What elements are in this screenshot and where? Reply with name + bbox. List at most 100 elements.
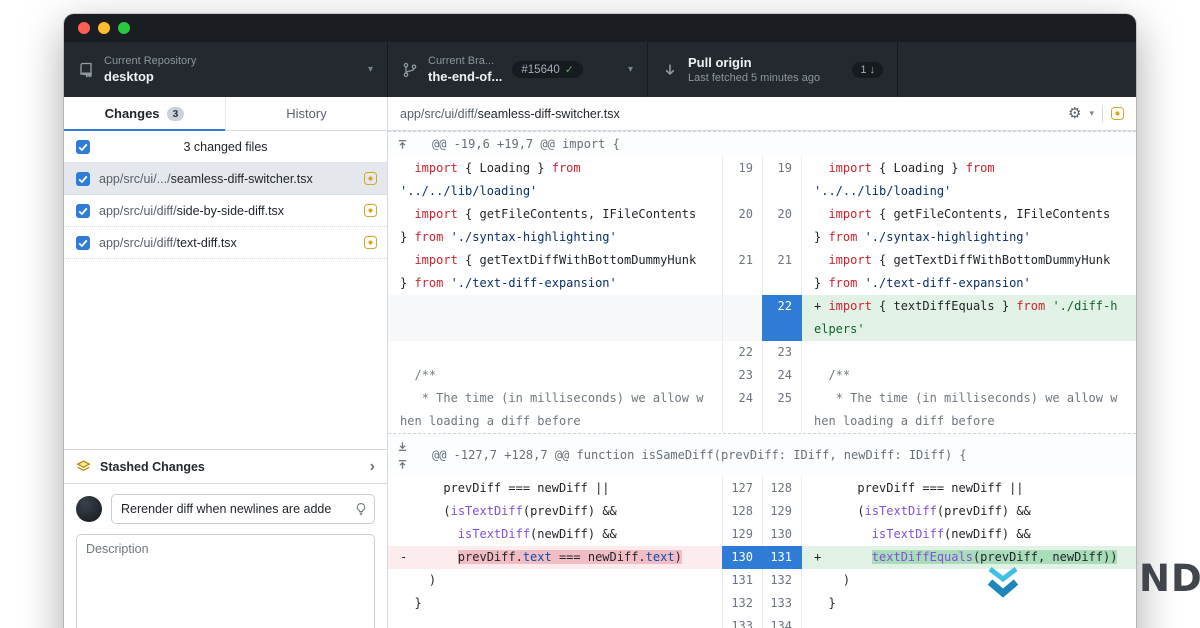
- line-number: 20: [762, 203, 802, 249]
- commit-summary-input[interactable]: [111, 494, 375, 524]
- code-line: import { getFileContents, IFileContents …: [802, 203, 1136, 249]
- repository-switcher-button[interactable]: Current Repository desktop ▾: [64, 42, 388, 97]
- line-number[interactable]: 22: [762, 295, 802, 341]
- pull-origin-button[interactable]: Pull origin Last fetched 5 minutes ago 1…: [648, 42, 898, 97]
- avatar: [76, 496, 102, 522]
- pull-count-badge: 1 ↓: [852, 62, 883, 78]
- tab-changes-label: Changes: [105, 106, 160, 121]
- line-number: 24: [762, 364, 802, 387]
- diff-view: app/src/ui/diff/ seamless-diff-switcher.…: [388, 97, 1136, 628]
- code-line: [802, 615, 1136, 628]
- tab-changes[interactable]: Changes 3: [64, 97, 225, 130]
- code-line: * The time (in milliseconds) we allow w …: [388, 387, 722, 433]
- file-path-name: seamless-diff-switcher.tsx: [478, 107, 620, 121]
- code-line: import { Loading } from '../../lib/loadi…: [802, 157, 1136, 203]
- changes-sidebar: Changes 3 History 3 changed files app/sr…: [64, 97, 388, 628]
- hunk-header-text: @@ -19,6 +19,7 @@ import {: [388, 133, 620, 156]
- line-number: 23: [762, 341, 802, 364]
- expand-up-icon[interactable]: [397, 139, 408, 150]
- code-line: prevDiff === newDiff ||: [802, 477, 1136, 500]
- watermark-chevrons-icon: [983, 562, 1023, 604]
- hunk-header: @@ -127,7 +128,7 @@ function isSameDiff(…: [388, 433, 1136, 477]
- gear-icon[interactable]: ⚙: [1068, 106, 1081, 121]
- expand-up-icon[interactable]: [397, 459, 408, 470]
- code-line: import { Loading } from '../../lib/loadi…: [388, 157, 722, 203]
- file-row[interactable]: app/src/ui/diff/side-by-side-diff.tsx: [64, 195, 387, 227]
- code-line: isTextDiff(newDiff) &&: [802, 523, 1136, 546]
- modified-status-icon: [364, 236, 377, 249]
- line-number: 128: [762, 477, 802, 500]
- line-number[interactable]: 131: [762, 546, 802, 569]
- screenshot-canvas: Current Repository desktop ▾ Current Bra…: [0, 0, 1200, 628]
- expand-down-icon[interactable]: [397, 441, 408, 452]
- lightbulb-icon: [354, 502, 368, 516]
- file-path: app/src/ui/diff/text-diff.tsx: [99, 236, 355, 250]
- commit-description-input[interactable]: [76, 534, 375, 628]
- git-branch-icon: [402, 62, 418, 78]
- line-number: 133: [722, 615, 762, 628]
- chevron-down-icon: ▾: [368, 64, 373, 75]
- file-path: app/src/ui/diff/side-by-side-diff.tsx: [99, 204, 355, 218]
- pull-subtitle: Last fetched 5 minutes ago: [688, 72, 820, 84]
- modified-status-icon: [364, 204, 377, 217]
- code-line[interactable]: + textDiffEquals(prevDiff, newDiff)): [802, 546, 1136, 569]
- zoom-button[interactable]: [118, 22, 130, 34]
- modified-status-icon: [1111, 107, 1124, 120]
- line-number: 22: [722, 341, 762, 364]
- line-number: 132: [762, 569, 802, 592]
- code-line: [388, 615, 722, 628]
- tab-history-label: History: [286, 106, 326, 121]
- branch-label: Current Bra...: [428, 55, 502, 67]
- file-checkbox[interactable]: [76, 236, 90, 250]
- line-number: [722, 295, 762, 341]
- pull-count: 1: [860, 64, 866, 76]
- code-line[interactable]: - prevDiff.text === newDiff.text): [388, 546, 722, 569]
- titlebar: [64, 14, 1136, 42]
- line-number: 25: [762, 387, 802, 433]
- pull-title: Pull origin: [688, 55, 820, 70]
- line-number: 128: [722, 500, 762, 523]
- tab-history[interactable]: History: [225, 97, 387, 130]
- sidebar-empty-space: [64, 259, 387, 449]
- toolbar-empty-space: [898, 42, 1136, 97]
- code-line: (isTextDiff(prevDiff) &&: [388, 500, 722, 523]
- line-number: 134: [762, 615, 802, 628]
- watermark-text: ND: [1139, 557, 1200, 600]
- file-checkbox[interactable]: [76, 172, 90, 186]
- file-row[interactable]: app/src/ui/diff/text-diff.tsx: [64, 227, 387, 259]
- repo-label: Current Repository: [104, 55, 196, 67]
- code-line: [388, 341, 722, 364]
- code-line: }: [802, 592, 1136, 615]
- changed-files-summary: 3 changed files: [64, 131, 387, 163]
- line-number: 129: [762, 500, 802, 523]
- modified-status-icon: [364, 172, 377, 185]
- check-icon: ✓: [565, 63, 574, 76]
- minimize-button[interactable]: [98, 22, 110, 34]
- branch-switcher-button[interactable]: Current Bra... the-end-of... #15640 ✓ ▾: [388, 42, 648, 97]
- line-number: 130: [762, 523, 802, 546]
- code-line: import { getTextDiffWithBottomDummyHunk …: [388, 249, 722, 295]
- sidebar-tabs: Changes 3 History: [64, 97, 387, 131]
- code-line[interactable]: + import { textDiffEquals } from './diff…: [802, 295, 1136, 341]
- code-line: /**: [388, 364, 722, 387]
- chevron-right-icon: ›: [370, 459, 375, 475]
- file-checkbox[interactable]: [76, 204, 90, 218]
- stashed-changes-label: Stashed Changes: [100, 460, 205, 474]
- line-number: 21: [722, 249, 762, 295]
- code-line: prevDiff === newDiff ||: [388, 477, 722, 500]
- close-button[interactable]: [78, 22, 90, 34]
- select-all-checkbox[interactable]: [76, 140, 90, 154]
- chevron-down-icon[interactable]: ▾: [1089, 108, 1094, 119]
- line-number: 131: [722, 569, 762, 592]
- file-row[interactable]: app/src/ui/.../seamless-diff-switcher.ts…: [64, 163, 387, 195]
- code-line: ): [388, 569, 722, 592]
- code-line: [388, 295, 722, 341]
- commit-form: [64, 483, 387, 628]
- code-line: [802, 341, 1136, 364]
- line-number: 21: [762, 249, 802, 295]
- changed-file-list: app/src/ui/.../seamless-diff-switcher.ts…: [64, 163, 387, 259]
- line-number[interactable]: 130: [722, 546, 762, 569]
- hunk-header-text: @@ -127,7 +128,7 @@ function isSameDiff(…: [388, 444, 967, 467]
- line-number: 19: [762, 157, 802, 203]
- stashed-changes-row[interactable]: Stashed Changes ›: [64, 449, 387, 483]
